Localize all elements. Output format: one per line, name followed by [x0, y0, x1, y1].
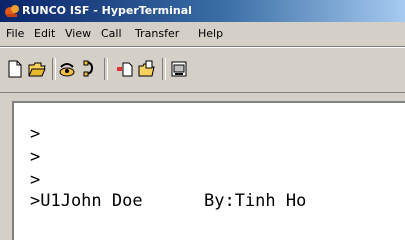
menu-bar: File Edit View Call Transfer Help	[0, 22, 405, 47]
disconnect-icon[interactable]	[80, 60, 98, 78]
open-icon[interactable]	[28, 60, 46, 78]
properties-icon[interactable]	[170, 60, 188, 78]
toolbar-separator	[162, 58, 166, 80]
menu-edit[interactable]: Edit	[34, 27, 55, 41]
terminal-screen[interactable]: > > > >U1John Doe By:Tinh Ho	[12, 101, 405, 240]
title-bar[interactable]: RUNCO ISF - HyperTerminal	[0, 0, 405, 22]
connect-icon[interactable]	[58, 60, 76, 78]
menu-file[interactable]: File	[6, 27, 24, 41]
receive-icon[interactable]	[138, 60, 156, 78]
menu-help[interactable]: Help	[198, 27, 223, 41]
terminal-line: >	[30, 147, 41, 167]
terminal-line: >	[30, 170, 41, 190]
toolbar	[0, 47, 405, 93]
terminal-line: >U1John Doe By:Tinh Ho	[30, 191, 307, 211]
menu-call[interactable]: Call	[101, 27, 122, 41]
send-icon[interactable]	[116, 60, 134, 78]
hyperterminal-icon	[5, 5, 19, 17]
window-title: RUNCO ISF - HyperTerminal	[22, 4, 192, 17]
toolbar-separator	[104, 58, 108, 80]
menu-transfer[interactable]: Transfer	[135, 27, 179, 41]
terminal-line: >	[30, 124, 41, 144]
toolbar-separator	[52, 58, 56, 80]
terminal-area: > > > >U1John Doe By:Tinh Ho	[0, 93, 405, 240]
new-icon[interactable]	[6, 60, 24, 78]
menu-view[interactable]: View	[65, 27, 91, 41]
